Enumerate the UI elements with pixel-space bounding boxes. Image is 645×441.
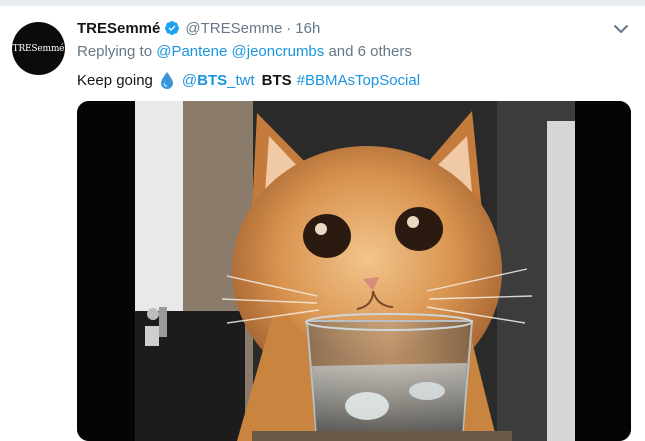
verified-badge-icon <box>164 20 180 36</box>
mention-bts-twt[interactable]: @BTS_twt <box>182 72 255 89</box>
mention-rest: _twt <box>227 71 255 89</box>
reply-others[interactable]: and 6 others <box>328 43 411 60</box>
handle[interactable]: @TRESemme <box>185 20 282 37</box>
separator-dot: · <box>286 19 292 37</box>
replying-to: Replying to @Pantene @jeoncrumbs and 6 o… <box>77 43 412 60</box>
display-name[interactable]: TRESemmé <box>77 20 160 37</box>
tweet-text: Keep going @BTS_twt BTS #BBMAsTopSocial <box>77 70 420 90</box>
mention-at: @ <box>181 71 198 89</box>
timestamp[interactable]: 16h <box>295 20 320 37</box>
reply-mention-jeoncrumbs[interactable]: @jeoncrumbs <box>232 43 325 60</box>
cat-drinking-image <box>77 101 631 441</box>
droplet-icon <box>160 71 174 89</box>
avatar-logo-text: TRESemmé <box>12 43 65 54</box>
mention-bold-part: BTS <box>197 71 228 89</box>
tweet[interactable]: TRESemmé TRESemmé @TRESemme · 16h Replyi… <box>0 6 645 441</box>
tweet-text-start: Keep going <box>77 71 153 89</box>
media-gif[interactable] <box>77 101 631 441</box>
bold-word: BTS <box>261 71 292 89</box>
avatar[interactable]: TRESemmé <box>12 22 65 75</box>
tweet-header: TRESemmé @TRESemme · 16h <box>77 18 320 38</box>
hashtag-link[interactable]: #BBMAsTopSocial <box>297 72 420 89</box>
reply-mention-pantene[interactable]: @Pantene <box>156 43 227 60</box>
chevron-down-icon[interactable] <box>612 22 630 36</box>
reply-prefix: Replying to <box>77 43 153 60</box>
